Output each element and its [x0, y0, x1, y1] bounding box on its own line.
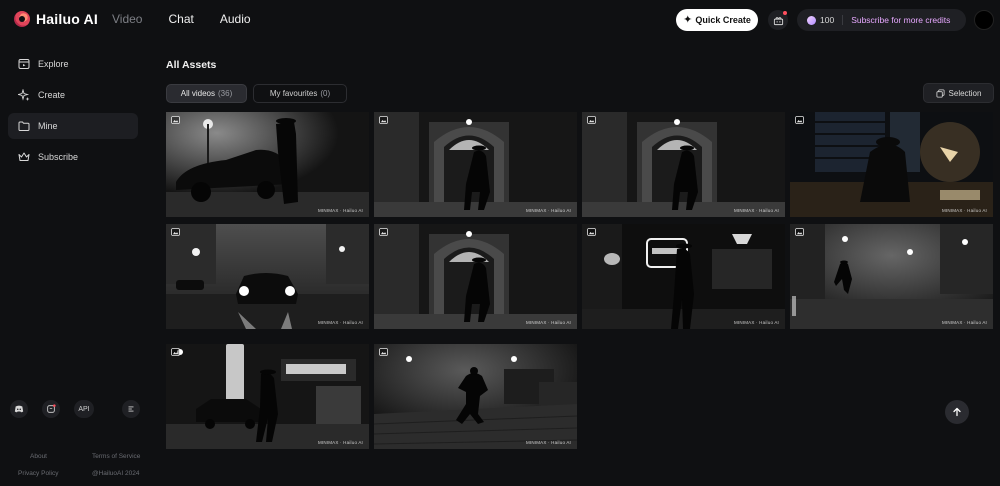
sidebar-item-label: Subscribe: [38, 152, 79, 162]
sidebar-bottom-icons: API: [10, 400, 140, 418]
collapse-sidebar-button[interactable]: [122, 400, 140, 418]
folder-icon: [18, 121, 30, 131]
watermark: MINIMAX · Hailuo AI: [733, 208, 779, 213]
sidebar-item-explore[interactable]: Explore: [8, 51, 138, 77]
watermark: MINIMAX · Hailuo AI: [317, 320, 363, 325]
video-preview-image: [374, 224, 577, 329]
api-label: API: [78, 405, 90, 413]
video-thumbnail[interactable]: MINIMAX · Hailuo AI: [582, 224, 785, 329]
sidebar-item-mine[interactable]: Mine: [8, 113, 138, 139]
sidebar-footer: About Terms of Service Privacy Policy @H…: [18, 448, 140, 482]
privacy-link[interactable]: Privacy Policy: [18, 465, 80, 482]
video-preview-image: [374, 344, 577, 449]
credit-count: 100: [820, 15, 835, 25]
notification-button[interactable]: [768, 10, 788, 30]
sparkle-icon: [18, 89, 30, 101]
selection-icon: [936, 88, 945, 98]
feedback-icon: [47, 404, 56, 413]
image-icon: [795, 228, 804, 236]
credit-gem-icon: [807, 15, 816, 25]
feedback-button[interactable]: [42, 400, 60, 418]
selection-button[interactable]: Selection: [923, 83, 994, 103]
video-thumbnail[interactable]: MINIMAX · Hailuo AI: [374, 344, 577, 449]
explore-icon: [18, 59, 30, 69]
nav-video[interactable]: Video: [112, 12, 142, 26]
video-thumbnail[interactable]: MINIMAX · Hailuo AI: [374, 224, 577, 329]
tab-label: My favourites: [269, 89, 318, 98]
video-preview-image: [790, 112, 993, 217]
watermark: MINIMAX · Hailuo AI: [317, 208, 363, 213]
sidebar-item-label: Explore: [38, 59, 69, 69]
video-thumbnail[interactable]: MINIMAX · Hailuo AI: [582, 112, 785, 217]
terms-link[interactable]: Terms of Service: [92, 448, 140, 465]
image-icon: [171, 116, 180, 124]
discord-button[interactable]: [10, 400, 28, 418]
image-icon: [379, 228, 388, 236]
notification-badge: [783, 11, 787, 15]
image-icon: [171, 228, 180, 236]
watermark: MINIMAX · Hailuo AI: [941, 320, 987, 325]
video-preview-image: [166, 344, 369, 449]
image-icon: [795, 116, 804, 124]
subscribe-link[interactable]: Subscribe for more credits: [851, 15, 950, 25]
watermark: MINIMAX · Hailuo AI: [525, 208, 571, 213]
watermark: MINIMAX · Hailuo AI: [525, 440, 571, 445]
watermark: MINIMAX · Hailuo AI: [317, 440, 363, 445]
video-thumbnail[interactable]: MINIMAX · Hailuo AI: [166, 344, 369, 449]
image-icon: [171, 348, 180, 356]
divider: [842, 15, 844, 25]
app-logo[interactable]: Hailuo AI: [14, 11, 98, 27]
credits-pill[interactable]: 100 Subscribe for more credits: [797, 9, 966, 31]
sidebar-item-create[interactable]: Create: [8, 82, 138, 108]
tab-all-videos[interactable]: All videos (36): [166, 84, 247, 103]
about-link[interactable]: About: [30, 448, 80, 465]
tab-my-favourites[interactable]: My favourites (0): [253, 84, 347, 103]
copyright-text: @HailuoAI 2024: [92, 470, 140, 477]
page-title: All Assets: [166, 59, 217, 71]
quick-create-label: Quick Create: [695, 15, 751, 25]
video-thumbnail[interactable]: MINIMAX · Hailuo AI: [166, 112, 369, 217]
video-thumbnail[interactable]: MINIMAX · Hailuo AI: [790, 112, 993, 217]
sidebar-item-label: Create: [38, 90, 66, 100]
discord-icon: [14, 405, 24, 413]
tab-label: All videos: [180, 89, 215, 98]
video-thumbnail[interactable]: MINIMAX · Hailuo AI: [374, 112, 577, 217]
video-preview-image: [790, 224, 993, 329]
image-icon: [379, 348, 388, 356]
crown-icon: [18, 152, 30, 161]
image-icon: [587, 228, 596, 236]
api-button[interactable]: API: [74, 400, 94, 418]
tab-count: (0): [320, 89, 331, 98]
image-icon: [587, 116, 596, 124]
sidebar: Explore Create Mine Subscribe API About …: [0, 42, 148, 486]
video-thumbnail[interactable]: MINIMAX · Hailuo AI: [790, 224, 993, 329]
video-thumbnail[interactable]: MINIMAX · Hailuo AI: [166, 224, 369, 329]
video-preview-image: [166, 112, 369, 217]
logo-icon: [14, 11, 30, 27]
collapse-icon: [128, 406, 134, 412]
selection-label: Selection: [948, 88, 982, 98]
watermark: MINIMAX · Hailuo AI: [733, 320, 779, 325]
watermark: MINIMAX · Hailuo AI: [941, 208, 987, 213]
scroll-top-button[interactable]: [945, 400, 969, 424]
gift-icon: [773, 16, 783, 25]
sidebar-item-label: Mine: [38, 121, 58, 131]
top-bar: Hailuo AI Video Chat Audio ✦ Quick Creat…: [0, 0, 1000, 42]
video-preview-image: [582, 224, 785, 329]
video-preview-image: [582, 112, 785, 217]
nav-audio[interactable]: Audio: [220, 12, 251, 26]
video-preview-image: [166, 224, 369, 329]
quick-create-button[interactable]: ✦ Quick Create: [676, 9, 758, 31]
watermark: MINIMAX · Hailuo AI: [525, 320, 571, 325]
tab-count: (36): [218, 89, 233, 98]
arrow-up-icon: [953, 407, 961, 417]
top-nav: Video Chat Audio: [112, 12, 251, 26]
plus-icon: ✦: [683, 13, 693, 26]
sidebar-item-subscribe[interactable]: Subscribe: [8, 144, 138, 170]
user-avatar[interactable]: [974, 10, 994, 30]
image-icon: [379, 116, 388, 124]
video-preview-image: [374, 112, 577, 217]
nav-chat[interactable]: Chat: [168, 12, 193, 26]
app-name: Hailuo AI: [36, 11, 98, 27]
